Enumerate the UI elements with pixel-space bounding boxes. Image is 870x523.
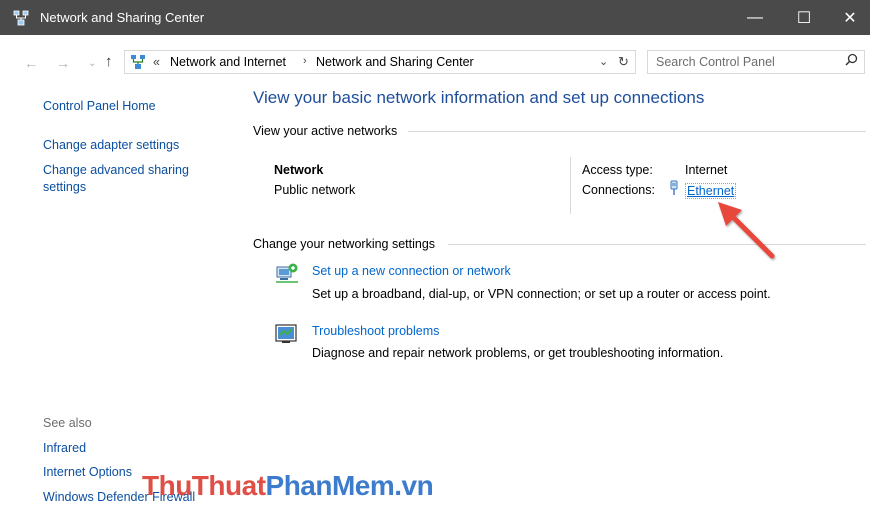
new-connection-icon	[276, 263, 298, 283]
troubleshoot-problems-link[interactable]: Troubleshoot problems	[312, 324, 439, 338]
page-title: View your basic network information and …	[253, 88, 705, 107]
breadcrumb-sharing-center[interactable]: Network and Sharing Center	[316, 55, 474, 69]
breadcrumb-network-internet[interactable]: Network and Internet	[170, 55, 286, 69]
networking-settings-label: Change your networking settings	[253, 237, 436, 251]
maximize-button[interactable]: ☐	[781, 0, 827, 35]
up-button[interactable]: ↑	[105, 53, 113, 70]
back-button[interactable]: ←	[24, 55, 38, 71]
address-bar[interactable]: « Network and Internet › Network and Sha…	[124, 50, 636, 74]
setup-connection-link[interactable]: Set up a new connection or network	[312, 264, 511, 278]
chevron-down-icon[interactable]: ⌄	[599, 55, 608, 68]
search-icon[interactable]	[845, 53, 858, 69]
troubleshoot-icon	[275, 324, 297, 343]
access-type-label: Access type:	[582, 163, 653, 177]
window-title: Network and Sharing Center	[40, 10, 205, 25]
title-bar: Network and Sharing Center — ☐ ✕	[0, 0, 870, 35]
network-sharing-icon	[13, 10, 29, 26]
connections-label: Connections:	[582, 183, 655, 197]
network-sharing-icon	[131, 55, 145, 69]
access-type-value: Internet	[685, 163, 728, 177]
watermark-logo: ThuThuatPhanMem.vn	[142, 470, 434, 502]
forward-button[interactable]: →	[56, 55, 70, 71]
internet-options-link[interactable]: Internet Options	[43, 465, 132, 479]
infrared-link[interactable]: Infrared	[43, 441, 86, 455]
close-button[interactable]: ✕	[827, 0, 870, 35]
section-divider	[448, 244, 866, 245]
network-name: Network	[274, 163, 324, 177]
recent-locations-button[interactable]: ⌄	[88, 58, 96, 69]
search-box[interactable]	[647, 50, 865, 74]
active-networks-label: View your active networks	[253, 124, 398, 138]
watermark-part1: ThuThuat	[142, 470, 266, 501]
ethernet-link[interactable]: Ethernet	[685, 183, 737, 199]
change-advanced-sharing-link-line2[interactable]: settings	[43, 180, 86, 194]
annotation-arrow	[718, 202, 775, 259]
section-divider	[408, 131, 866, 132]
troubleshoot-description: Diagnose and repair network problems, or…	[312, 346, 724, 360]
minimize-button[interactable]: —	[732, 0, 778, 35]
ethernet-plug-icon	[670, 180, 678, 195]
network-divider	[570, 157, 571, 214]
network-type: Public network	[274, 183, 356, 197]
refresh-icon[interactable]: ↻	[618, 54, 629, 70]
setup-connection-description: Set up a broadband, dial-up, or VPN conn…	[312, 287, 771, 301]
breadcrumb-separator[interactable]: ›	[303, 55, 307, 67]
control-panel-home-link[interactable]: Control Panel Home	[43, 99, 156, 113]
see-also-label: See also	[43, 416, 92, 430]
change-adapter-settings-link[interactable]: Change adapter settings	[43, 138, 179, 152]
address-row: ← → ⌄ ↑ « Network and Internet › Network…	[0, 35, 870, 90]
watermark-part2: PhanMem.vn	[265, 470, 434, 501]
change-advanced-sharing-link[interactable]: Change advanced sharing	[43, 163, 189, 177]
search-input[interactable]	[648, 51, 836, 73]
breadcrumb-overflow[interactable]: «	[153, 55, 160, 69]
